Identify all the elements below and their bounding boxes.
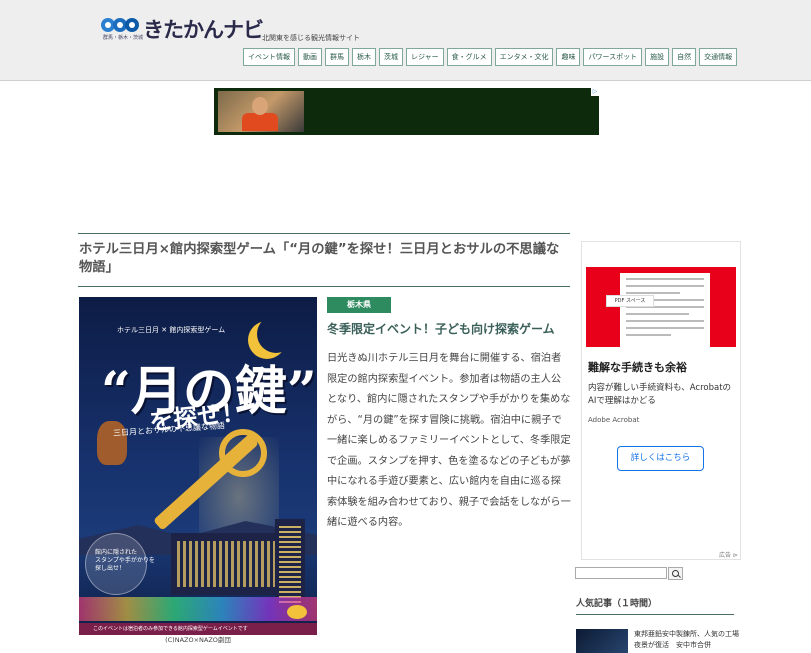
nav-item-traffic[interactable]: 交通情報	[699, 48, 738, 66]
nav-item-video[interactable]: 動画	[298, 48, 322, 66]
nav-item-gunma[interactable]: 群馬	[325, 48, 349, 66]
logo-text: きたかんナビ	[143, 18, 264, 42]
ad-label[interactable]: 広告 ⊳	[719, 550, 738, 559]
nav-item-hobby[interactable]: 趣味	[556, 48, 581, 66]
nav-item-leisure[interactable]: レジャー	[406, 48, 444, 66]
search-icon[interactable]	[668, 567, 683, 580]
search-form	[575, 567, 684, 580]
nav-item-power-spot[interactable]: パワースポット	[583, 48, 643, 66]
search-input[interactable]	[575, 567, 667, 579]
nav-item-entertainment[interactable]: エンタメ・文化	[494, 48, 554, 66]
category-nav: イベント情報 動画 群馬 栃木 茨城 レジャー 食・グルメ エンタメ・文化 趣味…	[243, 48, 738, 66]
popular-article-thumbnail	[576, 629, 628, 653]
site-header: 群馬・栃木・茨城 きたかんナビ 北関東を感じる観光情報サイト イベント情報 動画…	[0, 0, 811, 81]
sidebar-ad-title: 難解な手続きも余裕	[588, 361, 687, 374]
site-tagline: 北関東を感じる観光情報サイト	[262, 34, 360, 42]
logo-mark-icon	[101, 18, 141, 34]
popular-articles-heading: 人気記事（１時間）	[576, 599, 658, 609]
popular-article-title: 東邦亜鉛安中製錬所、人気の工場夜景が復活 安中市合併	[634, 630, 739, 649]
image-caption: (C)NAZO×NAZO劇団	[165, 636, 231, 644]
sidebar-ad-brand: Adobe Acrobat	[588, 416, 640, 424]
ad-choices-icon: ⊳	[732, 552, 738, 559]
article-title: ホテル三日月×館内探索型ゲーム「“月の鍵”を探せ！三日月とおサルの不思議な物語」	[79, 242, 560, 275]
top-ad-banner[interactable]: ▷	[214, 88, 599, 135]
title-rule-bottom	[78, 286, 570, 287]
prefecture-tag[interactable]: 栃木県	[327, 297, 391, 313]
poster-bubble-text: 館内に隠された スタンプや手がかりを 探し出せ！	[95, 549, 155, 572]
sidebar-ad[interactable]: PDF スペース 難解な手続きも余裕 内容が難しい手続資料も、AcrobatのA…	[581, 241, 741, 560]
ad-info-icon[interactable]: ▷	[591, 88, 599, 96]
article-hero-image: ホテル三日月 ✕ 館内探索型ゲーム “月の鍵” を探せ！ 三日月とおサルの不思議…	[79, 297, 317, 635]
nav-item-ibaraki[interactable]: 茨城	[379, 48, 403, 66]
hotel-illustration	[171, 533, 281, 595]
site-logo[interactable]: 群馬・栃木・茨城 きたかんナビ	[101, 14, 264, 44]
sidebar-ad-cta-button[interactable]: 詳しくはこちら	[617, 446, 704, 471]
article-subheading: 冬季限定イベント！子ども向け探索ゲーム	[327, 322, 555, 336]
popular-article-item[interactable]: 東邦亜鉛安中製錬所、人気の工場夜景が復活 安中市合併	[576, 626, 741, 653]
light-illumination	[79, 597, 317, 621]
nav-item-tochigi[interactable]: 栃木	[352, 48, 376, 66]
title-rule-top	[78, 233, 570, 234]
document-illustration	[620, 273, 710, 347]
moon-icon	[257, 315, 295, 353]
pdf-label: PDF スペース	[606, 295, 654, 307]
article-body: 日光きぬ川ホテル三日月を舞台に開催する、宿泊者限定の館内探索型イベント。参加者は…	[327, 353, 571, 528]
hotel-tower-illustration	[275, 519, 305, 609]
nav-item-gourmet[interactable]: 食・グルメ	[446, 48, 492, 66]
ad-photo	[218, 91, 304, 132]
sidebar-ad-image: PDF スペース	[586, 267, 736, 347]
nav-item-facilities[interactable]: 施設	[645, 48, 670, 66]
poster-subtitle: ホテル三日月 ✕ 館内探索型ゲーム	[117, 326, 226, 334]
nav-item-events[interactable]: イベント情報	[243, 48, 295, 66]
sidebar-ad-text: 内容が難しい手続資料も、AcrobatのAIで理解はかどる	[588, 383, 732, 406]
nav-item-nature[interactable]: 自然	[672, 48, 697, 66]
key-head-illustration	[219, 429, 267, 477]
poster-footer: このイベントは宿泊者のみ参加できる館内探索型ゲームイベントです	[93, 626, 248, 632]
logo-sub-text: 群馬・栃木・茨城	[103, 35, 144, 41]
poster-badge-icon	[287, 605, 307, 619]
